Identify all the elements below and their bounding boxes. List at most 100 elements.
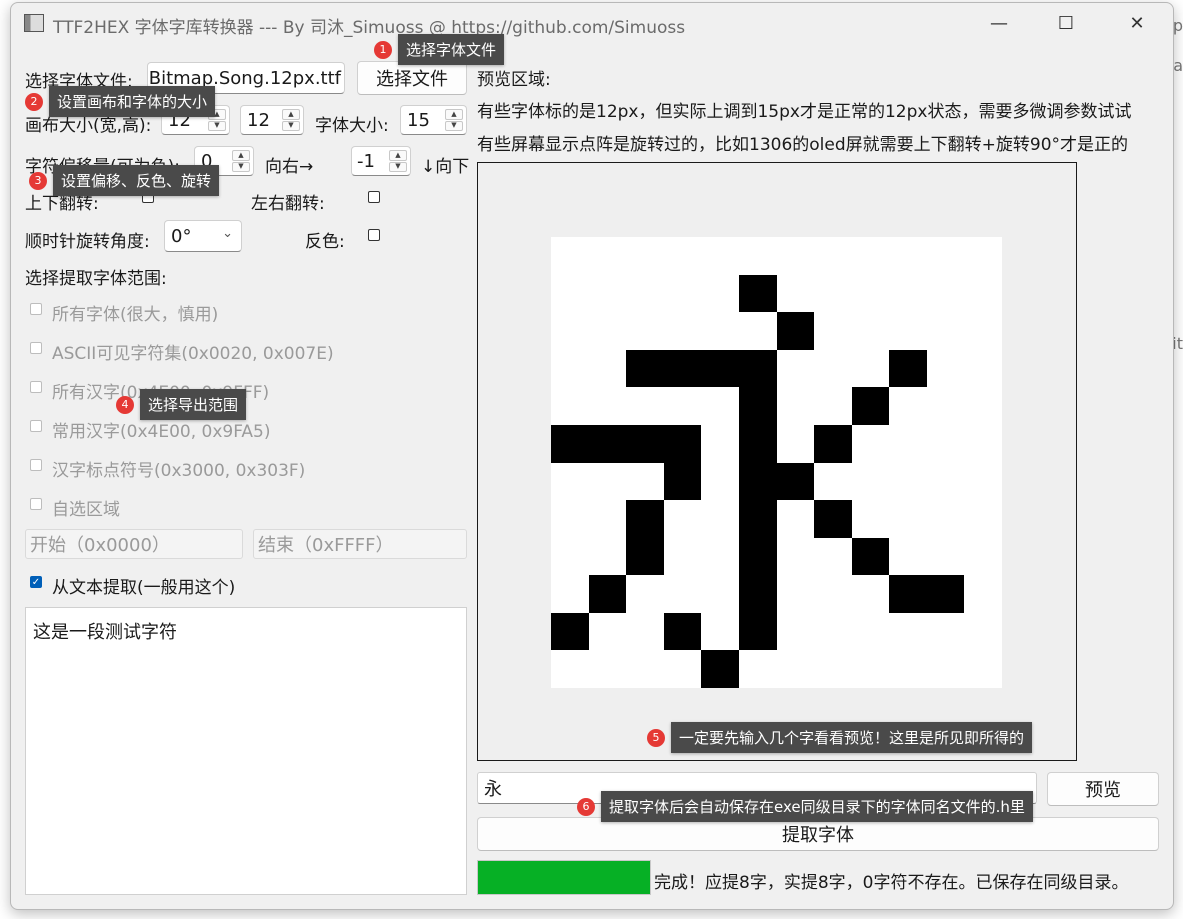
offset-y-spinbox[interactable]: -1 ▲ ▼ (351, 146, 411, 176)
range-all-checkbox[interactable] (30, 303, 42, 315)
callout-5: 5 一定要先输入几个字看看预览！这里是所见即所得的 (647, 722, 1033, 753)
canvas-height-spinbox[interactable]: 12 ▲ ▼ (240, 105, 304, 135)
callout-number: 4 (116, 395, 134, 414)
glyph-pixel (551, 613, 589, 650)
glyph-pixel (852, 538, 889, 575)
range-end-input[interactable]: 结束（0xFFFF） (253, 529, 467, 559)
chevron-down-icon: ⌄ (222, 226, 233, 241)
spin-down-icon[interactable]: ▼ (208, 120, 226, 131)
callout-text: 设置偏移、反色、旋转 (53, 165, 220, 196)
callout-1: 1 选择字体文件 (374, 34, 505, 65)
glyph-pixel (701, 650, 739, 688)
app-window: TTF2HEX 字体字库转换器 --- By 司沐_Simuoss @ http… (10, 2, 1174, 910)
glyph-pixel (777, 312, 814, 350)
glyph-pixel (664, 350, 701, 387)
range-all-hanzi-checkbox[interactable] (30, 381, 42, 393)
glyph-pixel (739, 538, 777, 575)
callout-number: 2 (25, 92, 43, 111)
close-button[interactable]: ✕ (1114, 3, 1160, 43)
spin-up-icon[interactable]: ▲ (445, 109, 463, 120)
font-size-value: 15 (407, 110, 430, 131)
glyph-pixel (927, 575, 964, 613)
invert-label: 反色: (305, 232, 345, 252)
check-icon: ✓ (31, 577, 41, 588)
glyph-pixel (626, 425, 664, 463)
range-ascii-checkbox[interactable] (30, 342, 42, 354)
glyph-pixel (739, 575, 777, 613)
callout-text: 设置画布和字体的大小 (49, 86, 216, 117)
glyph-pixel (814, 500, 852, 538)
preview-note-1: 有些字体标的是12px，但实际上调到15px才是正常的12px状态，需要多微调参… (477, 102, 1132, 122)
font-size-label: 字体大小: (315, 116, 389, 136)
rotation-value: 0° (171, 225, 192, 247)
glyph-pixel (739, 275, 777, 312)
canvas-height-value: 12 (247, 110, 270, 131)
glyph-pixel (739, 387, 777, 425)
range-custom-checkbox[interactable] (30, 498, 42, 510)
callout-text: 选择导出范围 (140, 389, 247, 420)
close-icon: ✕ (1129, 12, 1145, 34)
flip-horizontal-checkbox[interactable] (368, 191, 380, 203)
glyph-preview-canvas (551, 237, 1002, 688)
offset-x-direction-label: 向右→ (265, 157, 314, 177)
callout-6: 6 提取字体后会自动保存在exe同级目录下的字体同名文件的.h里 (577, 791, 1033, 822)
spin-down-icon[interactable]: ▼ (445, 120, 463, 131)
spin-up-icon[interactable]: ▲ (282, 109, 300, 120)
callout-4: 4 选择导出范围 (116, 389, 247, 420)
glyph-pixel (739, 350, 777, 387)
range-punct-label: 汉字标点符号(0x3000, 0x303F) (52, 461, 306, 481)
glyph-pixel (626, 350, 664, 387)
spin-down-icon[interactable]: ▼ (282, 120, 300, 131)
glyph-pixel (701, 350, 739, 387)
invert-checkbox[interactable] (368, 229, 380, 241)
range-custom-label: 自选区域 (52, 500, 120, 520)
spin-down-icon[interactable]: ▼ (232, 161, 250, 172)
rotation-label: 顺时针旋转角度: (25, 232, 150, 252)
rotation-dropdown[interactable]: 0° ⌄ (164, 220, 242, 252)
glyph-pixel (852, 387, 889, 425)
glyph-pixel (589, 575, 626, 613)
maximize-icon: ☐ (1057, 12, 1075, 34)
range-punct-checkbox[interactable] (30, 459, 42, 471)
callout-number: 3 (29, 171, 47, 190)
callout-text: 提取字体后会自动保存在exe同级目录下的字体同名文件的.h里 (601, 791, 1033, 822)
offset-y-direction-label: ↓向下 (421, 157, 470, 177)
minimize-icon: — (990, 12, 1008, 34)
offset-y-value: -1 (357, 151, 375, 172)
maximize-button[interactable]: ☐ (1043, 3, 1089, 43)
progress-bar (477, 860, 651, 895)
flip-horizontal-label: 左右翻转: (251, 194, 325, 214)
spin-down-icon[interactable]: ▼ (389, 161, 407, 172)
callout-2: 2 设置画布和字体的大小 (25, 86, 216, 117)
app-icon (24, 14, 44, 32)
spin-up-icon[interactable]: ▲ (389, 150, 407, 161)
preview-label: 预览区域: (477, 70, 551, 90)
progress-fill (478, 861, 650, 894)
minimize-button[interactable]: — (976, 3, 1022, 43)
window-title: TTF2HEX 字体字库转换器 --- By 司沐_Simuoss @ http… (53, 18, 686, 38)
glyph-pixel (889, 350, 927, 387)
glyph-pixel (777, 463, 814, 500)
callout-number: 5 (647, 728, 665, 747)
extract-font-button[interactable]: 提取字体 (477, 817, 1159, 851)
glyph-pixel (739, 425, 777, 463)
select-file-button[interactable]: 选择文件 (357, 61, 467, 95)
range-common-hanzi-checkbox[interactable] (30, 420, 42, 432)
status-text: 完成！应提8字，实提8字，0字符不存在。已保存在同级目录。 (654, 873, 1129, 893)
range-label: 选择提取字体范围: (25, 269, 167, 289)
font-size-spinbox[interactable]: 15 ▲ ▼ (400, 105, 467, 135)
from-text-label: 从文本提取(一般用这个) (52, 578, 236, 598)
spin-up-icon[interactable]: ▲ (232, 150, 250, 161)
title-bar: TTF2HEX 字体字库转换器 --- By 司沐_Simuoss @ http… (11, 3, 1173, 43)
range-start-input[interactable]: 开始（0x0000） (25, 529, 243, 559)
callout-number: 1 (374, 40, 392, 59)
glyph-pixel (814, 425, 852, 463)
range-all-label: 所有字体(很大，慎用) (52, 305, 219, 325)
range-common-hanzi-label: 常用汉字(0x4E00, 0x9FA5) (52, 422, 271, 442)
glyph-pixel (889, 575, 927, 613)
preview-button[interactable]: 预览 (1047, 772, 1159, 806)
glyph-pixel (664, 425, 701, 463)
callout-number: 6 (577, 797, 595, 816)
extract-text-area[interactable]: 这是一段测试字符 (25, 607, 467, 895)
from-text-checkbox[interactable]: ✓ (30, 576, 42, 588)
